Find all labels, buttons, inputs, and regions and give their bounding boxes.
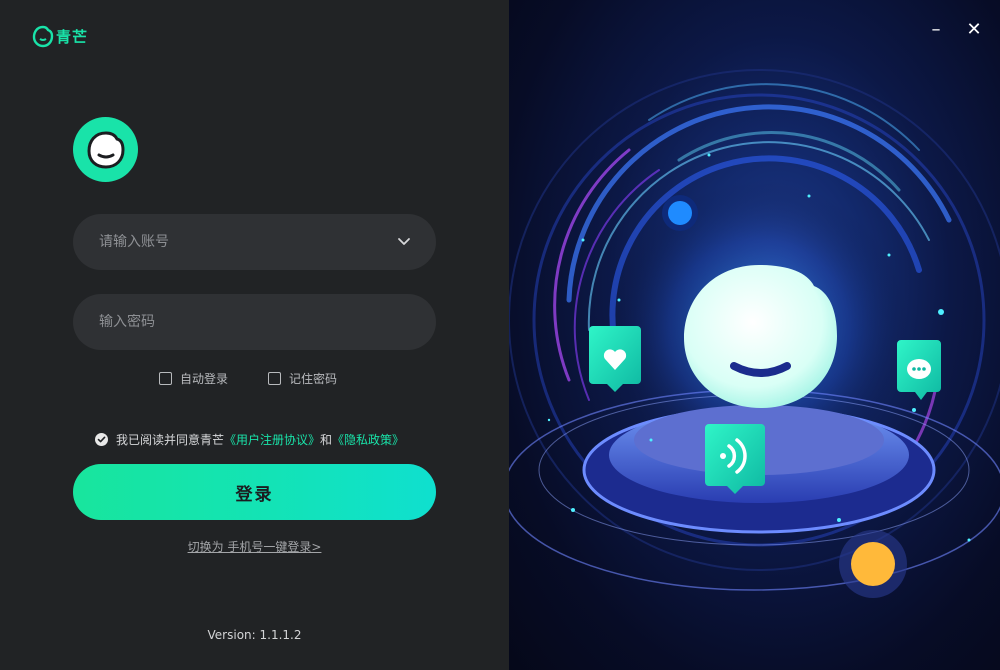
login-options: 自动登录 记住密码 (159, 370, 337, 387)
minimize-button[interactable]: – (928, 21, 944, 39)
password-input[interactable] (99, 314, 410, 330)
agreement-checked-icon[interactable] (95, 433, 108, 446)
signal-card-icon (705, 424, 765, 494)
window-controls: – ✕ (928, 21, 982, 39)
checkbox-box-icon[interactable] (159, 372, 172, 385)
agreement-text: 我已阅读并同意青芒 (116, 433, 225, 447)
illustration-panel: – ✕ (509, 0, 1000, 670)
account-input[interactable] (99, 234, 410, 250)
chat-card-icon (897, 340, 941, 400)
chevron-down-icon[interactable] (396, 234, 412, 250)
auto-login-checkbox[interactable]: 自动登录 (159, 370, 228, 387)
brand-mark-icon (32, 25, 54, 48)
version-label: Version: 1.1.1.2 (207, 628, 302, 642)
login-panel: 青芒 自动登录 记住密码 我已阅读并同意青芒《用户注册协议》和《隐私政策》 (0, 0, 509, 670)
privacy-policy-link[interactable]: 《隐私政策》 (332, 433, 404, 447)
auto-login-label: 自动登录 (180, 372, 229, 386)
agreement-row: 我已阅读并同意青芒《用户注册协议》和《隐私政策》 (95, 431, 404, 448)
brand-logo: 青芒 (32, 24, 88, 48)
heart-card-icon (589, 326, 641, 392)
remember-password-label: 记住密码 (289, 372, 338, 386)
checkbox-box-icon[interactable] (268, 372, 282, 385)
avatar[interactable] (73, 117, 138, 182)
switch-phone-login-link[interactable]: 切换为 手机号一键登录> (0, 538, 509, 555)
account-field[interactable] (73, 214, 436, 270)
avatar-face-icon (86, 130, 125, 169)
user-agreement-link[interactable]: 《用户注册协议》 (224, 433, 320, 447)
password-field[interactable] (73, 294, 436, 350)
brand-name: 青芒 (56, 27, 89, 46)
agreement-conjunction: 和 (320, 433, 333, 447)
remember-password-checkbox[interactable]: 记住密码 (268, 370, 337, 387)
login-button[interactable]: 登录 (73, 464, 436, 520)
close-button[interactable]: ✕ (966, 21, 982, 39)
mascot-illustration (509, 69, 1000, 598)
